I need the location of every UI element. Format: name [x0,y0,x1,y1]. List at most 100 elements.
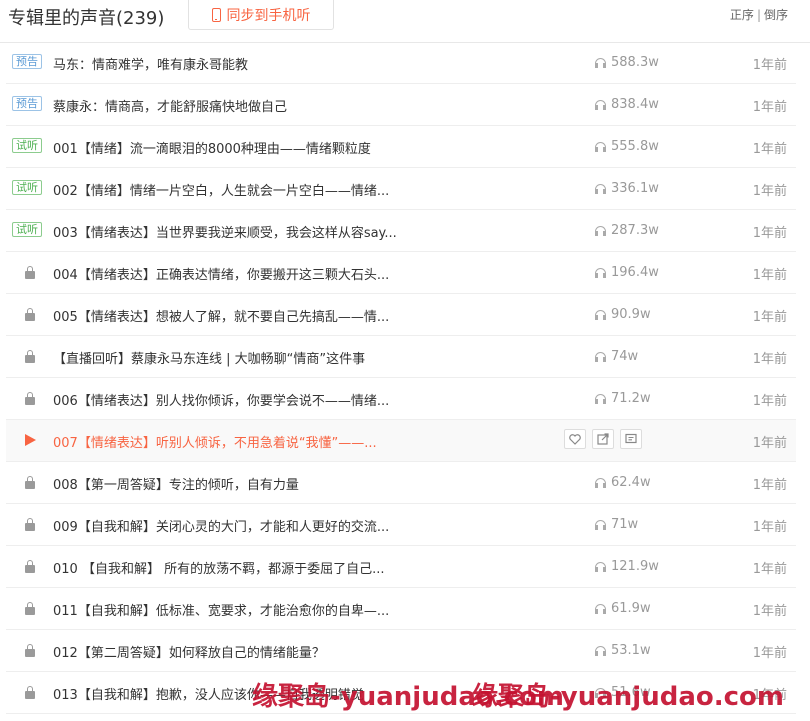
play-count: 336.1w [595,181,659,196]
track-title[interactable]: 006【情绪表达】别人找你倾诉，你要学会说不——情绪... [53,390,389,409]
lock-icon [25,602,35,615]
headphones-icon [595,603,606,614]
lock-icon [25,308,35,321]
headphones-icon [595,477,606,488]
headphones-icon [595,267,606,278]
preview-badge: 预告 [12,54,42,69]
sort-separator: | [756,8,761,22]
track-time: 1年前 [752,268,787,283]
track-row[interactable]: 011【自我和解】低标准、宽要求，才能治愈你的自卑—... 61.9w 1年前 [6,588,796,630]
track-time: 1年前 [752,562,787,577]
play-count-value: 287.3w [611,223,659,238]
track-row[interactable]: 009【自我和解】关闭心灵的大门，才能和人更好的交流... 71w 1年前 [6,504,796,546]
play-count-value: 90.9w [611,307,651,322]
headphones-icon [595,645,606,656]
track-title[interactable]: 009【自我和解】关闭心灵的大门，才能和人更好的交流... [53,516,389,535]
track-row[interactable]: 004【情绪表达】正确表达情绪，你要搬开这三颗大石头... 196.4w 1年前 [6,252,796,294]
play-count-value: 588.3w [611,55,659,70]
play-count-value: 71.2w [611,391,651,406]
track-row[interactable]: 010 【自我和解】 所有的放荡不羁，都源于委屈了自己... 121.9w 1年前 [6,546,796,588]
track-time: 1年前 [752,184,787,199]
track-row[interactable]: 试听 001【情绪】流一滴眼泪的8000种理由——情绪颗粒度 555.8w 1年前 [6,126,796,168]
track-row[interactable]: 012【第二周答疑】如何释放自己的情绪能量？ 53.1w 1年前 [6,630,796,672]
track-title[interactable]: 蔡康永：情商高，才能舒服痛快地做自己 [53,96,287,115]
track-title[interactable]: 007【情绪表达】听别人倾诉，不用急着说“我懂”——... [53,432,377,451]
track-list: 预告 马东：情商难学，唯有康永哥能教 588.3w 1年前 预告 蔡康永：情商高，才能舒服… [6,42,796,714]
track-time: 1年前 [752,58,787,73]
comment-button[interactable] [620,429,642,449]
track-row[interactable]: 试听 003【情绪表达】当世界要我逆来顺受，我会这样从容say... 287.3w 1… [6,210,796,252]
lock-icon [25,266,35,279]
track-title[interactable]: 001【情绪】流一滴眼泪的8000种理由——情绪颗粒度 [53,138,371,157]
headphones-icon [595,141,606,152]
track-row[interactable]: 006【情绪表达】别人找你倾诉，你要学会说不——情绪... 71.2w 1年前 [6,378,796,420]
share-button[interactable] [592,429,614,449]
track-title[interactable]: 002【情绪】情绪一片空白，人生就会一片空白——情绪... [53,180,389,199]
track-title[interactable]: 011【自我和解】低标准、宽要求，才能治愈你的自卑—... [53,600,389,619]
headphones-icon [595,225,606,236]
track-row[interactable]: 007【情绪表达】听别人倾诉，不用急着说“我懂”——... 1年前 [6,420,796,462]
lock-icon [25,476,35,489]
track-row[interactable]: 005【情绪表达】想被人了解，就不要自己先搞乱——情... 90.9w 1年前 [6,294,796,336]
track-row[interactable]: 预告 蔡康永：情商高，才能舒服痛快地做自己 838.4w 1年前 [6,84,796,126]
track-title[interactable]: 005【情绪表达】想被人了解，就不要自己先搞乱——情... [53,306,389,325]
play-count: 53.1w [595,643,651,658]
headphones-icon [595,99,606,110]
sort-controls: 正序 | 倒序 [730,6,788,23]
track-title[interactable]: 010 【自我和解】 所有的放荡不羁，都源于委屈了自己... [53,558,384,577]
play-count: 90.9w [595,307,651,322]
play-count: 61.9w [595,601,651,616]
trial-badge: 试听 [12,222,42,237]
track-time: 1年前 [752,604,787,619]
sync-to-phone-button[interactable]: 同步到手机听 [188,0,334,30]
track-time: 1年前 [752,394,787,409]
play-count: 838.4w [595,97,659,112]
track-title[interactable]: 004【情绪表达】正确表达情绪，你要搬开这三颗大石头... [53,264,389,283]
track-row[interactable]: 预告 马东：情商难学，唯有康永哥能教 588.3w 1年前 [6,42,796,84]
play-count-value: 196.4w [611,265,659,280]
heart-button[interactable] [564,429,586,449]
headphones-icon [595,183,606,194]
lock-icon [25,518,35,531]
play-count-value: 336.1w [611,181,659,196]
track-row[interactable]: 试听 002【情绪】情绪一片空白，人生就会一片空白——情绪... 336.1w 1年前 [6,168,796,210]
play-count-value: 555.8w [611,139,659,154]
play-count: 62.4w [595,475,651,490]
share-icon [597,433,609,445]
lock-icon [25,686,35,699]
track-time: 1年前 [752,352,787,367]
sort-ascending-button[interactable]: 正序 [730,8,754,22]
phone-icon [211,7,221,22]
preview-badge: 预告 [12,96,42,111]
album-tracks-title: 专辑里的声音(239) [8,8,165,29]
comment-icon [625,433,637,445]
track-row[interactable]: 008【第一周答疑】专注的倾听，自有力量 62.4w 1年前 [6,462,796,504]
play-count: 196.4w [595,265,659,280]
headphones-icon [595,519,606,530]
track-row[interactable]: 【直播回听】蔡康永马东连线 | 大咖畅聊“情商”这件事 74w 1年前 [6,336,796,378]
track-title[interactable]: 【直播回听】蔡康永马东连线 | 大咖畅聊“情商”这件事 [53,348,365,367]
track-title[interactable]: 012【第二周答疑】如何释放自己的情绪能量？ [53,642,325,661]
play-count-value: 53.1w [611,643,651,658]
play-count-value: 74w [611,349,639,364]
play-count: 555.8w [595,139,659,154]
headphones-icon [595,309,606,320]
watermark-text: 缘聚岛-yuanjudao.com [472,682,784,712]
play-icon[interactable] [25,434,36,446]
lock-icon [25,392,35,405]
track-time: 1年前 [752,100,787,115]
track-time: 1年前 [752,646,787,661]
play-count-value: 61.9w [611,601,651,616]
headphones-icon [595,57,606,68]
track-title[interactable]: 马东：情商难学，唯有康永哥能教 [53,54,248,73]
play-count-value: 62.4w [611,475,651,490]
sort-descending-button[interactable]: 倒序 [764,8,788,22]
play-count: 287.3w [595,223,659,238]
track-actions [564,429,642,449]
track-title[interactable]: 003【情绪表达】当世界要我逆来顺受，我会这样从容say... [53,222,397,241]
track-time: 1年前 [752,142,787,157]
track-time: 1年前 [752,478,787,493]
play-count: 71w [595,517,638,532]
lock-icon [25,560,35,573]
track-title[interactable]: 008【第一周答疑】专注的倾听，自有力量 [53,474,299,493]
